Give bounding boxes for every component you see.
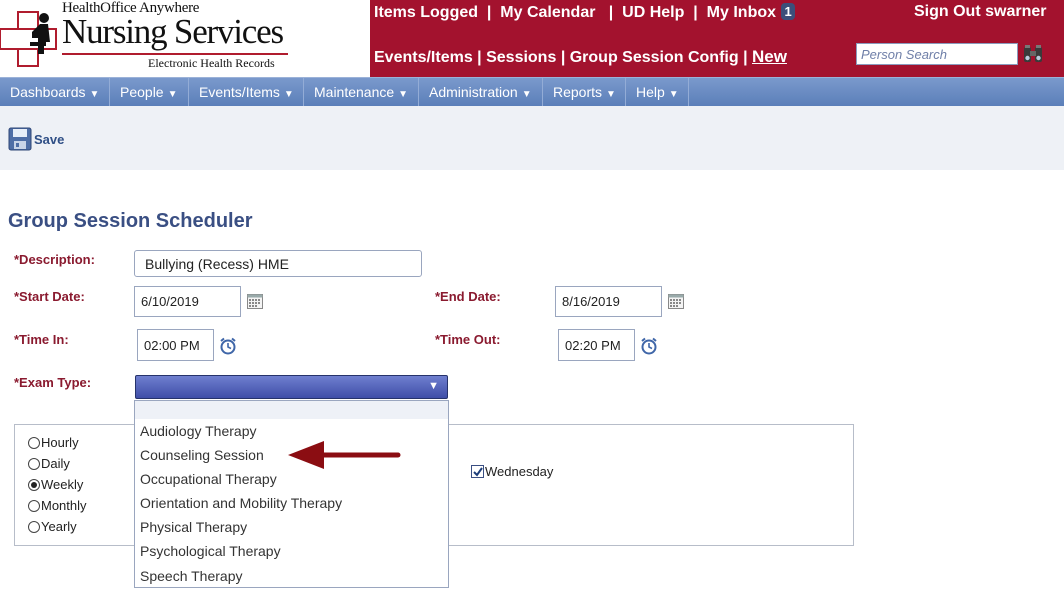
start-date-field[interactable]: 6/10/2019 bbox=[134, 286, 241, 317]
link-group-session-config[interactable]: Group Session Config bbox=[570, 49, 739, 66]
time-out-field[interactable]: 02:20 PM bbox=[558, 329, 635, 361]
checkmark-icon bbox=[472, 466, 483, 477]
radio-yearly[interactable]: Yearly bbox=[28, 519, 77, 534]
link-sessions[interactable]: Sessions bbox=[486, 49, 556, 66]
radio-circle[interactable] bbox=[28, 520, 40, 533]
option-counseling-session[interactable]: Counseling Session bbox=[140, 447, 264, 463]
option-audiology-therapy[interactable]: Audiology Therapy bbox=[140, 423, 256, 439]
radio-daily[interactable]: Daily bbox=[28, 456, 70, 471]
toolbar: Save bbox=[0, 106, 1064, 170]
radio-monthly[interactable]: Monthly bbox=[28, 498, 87, 513]
annotation-arrow-icon bbox=[288, 441, 401, 469]
link-events-items[interactable]: Events/Items bbox=[374, 49, 473, 66]
end-date-label: *End Date: bbox=[435, 289, 501, 304]
radio-circle-selected[interactable] bbox=[28, 478, 40, 491]
link-my-calendar[interactable]: My Calendar bbox=[500, 4, 595, 21]
nav-events-items[interactable]: Events/Items ▼ bbox=[189, 78, 304, 107]
checkbox-box[interactable] bbox=[471, 465, 484, 478]
alarm-clock-icon[interactable] bbox=[640, 337, 658, 355]
nav-people[interactable]: People ▼ bbox=[110, 78, 189, 107]
option-speech-therapy[interactable]: Speech Therapy bbox=[140, 568, 242, 584]
description-label: *Description: bbox=[14, 252, 95, 267]
page-title: Group Session Scheduler bbox=[8, 210, 253, 232]
description-field[interactable]: Bullying (Recess) HME bbox=[134, 250, 422, 277]
option-orientation-mobility-therapy[interactable]: Orientation and Mobility Therapy bbox=[140, 495, 342, 511]
sign-out-link[interactable]: Sign Out swarner bbox=[914, 3, 1046, 21]
exam-type-label: *Exam Type: bbox=[14, 375, 92, 390]
chevron-down-icon: ▼ bbox=[606, 89, 616, 100]
radio-circle[interactable] bbox=[28, 499, 40, 512]
main-nav: Dashboards ▼ People ▼ Events/Items ▼ Mainte… bbox=[0, 77, 1064, 107]
link-my-inbox[interactable]: My Inbox bbox=[707, 4, 776, 21]
calendar-icon[interactable] bbox=[247, 294, 263, 309]
second-links: Events/Items | Sessions | Group Session … bbox=[374, 47, 787, 66]
link-new[interactable]: New bbox=[752, 47, 787, 66]
link-items-logged[interactable]: Items Logged bbox=[374, 4, 478, 21]
top-links: Items Logged | My Calendar | UD Help | M… bbox=[374, 3, 795, 22]
nav-help[interactable]: Help ▼ bbox=[626, 78, 689, 107]
nav-maintenance[interactable]: Maintenance ▼ bbox=[304, 78, 419, 107]
start-date-label: *Start Date: bbox=[14, 289, 85, 304]
chevron-down-icon: ▼ bbox=[89, 89, 100, 100]
binoculars-icon[interactable] bbox=[1022, 44, 1044, 64]
logo: HealthOffice Anywhere Nursing Services E… bbox=[0, 0, 370, 77]
option-physical-therapy[interactable]: Physical Therapy bbox=[140, 519, 247, 535]
exam-type-dropdown-list: Audiology Therapy Counseling Session Occ… bbox=[134, 400, 449, 588]
nav-reports[interactable]: Reports ▼ bbox=[543, 78, 626, 107]
link-ud-help[interactable]: UD Help bbox=[622, 4, 684, 21]
person-search bbox=[856, 43, 1042, 65]
radio-hourly[interactable]: Hourly bbox=[28, 435, 79, 450]
chevron-down-icon: ▼ bbox=[398, 89, 409, 100]
logo-sub-text: Electronic Health Records bbox=[148, 56, 275, 70]
chevron-down-icon: ▼ bbox=[668, 89, 679, 100]
option-psychological-therapy[interactable]: Psychological Therapy bbox=[140, 543, 281, 559]
person-search-input[interactable] bbox=[856, 43, 1018, 65]
checkbox-wednesday[interactable]: Wednesday bbox=[471, 464, 553, 479]
radio-circle[interactable] bbox=[28, 436, 40, 449]
inbox-count-badge: 1 bbox=[781, 3, 795, 20]
alarm-clock-icon[interactable] bbox=[219, 337, 237, 355]
save-button[interactable]: Save bbox=[8, 126, 64, 152]
radio-weekly[interactable]: Weekly bbox=[28, 477, 83, 492]
floppy-disk-icon bbox=[8, 127, 32, 151]
chevron-down-icon: ▼ bbox=[283, 89, 294, 100]
end-date-field[interactable]: 8/16/2019 bbox=[555, 286, 662, 317]
option-occupational-therapy[interactable]: Occupational Therapy bbox=[140, 471, 277, 487]
exam-type-select[interactable]: ▼ bbox=[135, 375, 448, 399]
save-label: Save bbox=[34, 131, 65, 147]
nav-administration[interactable]: Administration ▼ bbox=[419, 78, 543, 107]
time-in-field[interactable]: 02:00 PM bbox=[137, 329, 214, 361]
logo-underline bbox=[62, 53, 288, 55]
chevron-down-icon: ▼ bbox=[167, 89, 178, 100]
header-bar: Items Logged | My Calendar | UD Help | M… bbox=[370, 0, 1064, 77]
chevron-down-icon: ▼ bbox=[521, 89, 532, 100]
calendar-icon[interactable] bbox=[668, 294, 684, 309]
nav-dashboards[interactable]: Dashboards ▼ bbox=[0, 78, 110, 107]
logo-main-text: Nursing Services bbox=[62, 12, 284, 51]
dropdown-empty-option[interactable] bbox=[135, 401, 448, 419]
time-in-label: *Time In: bbox=[14, 332, 69, 347]
caret-down-icon: ▼ bbox=[428, 380, 439, 392]
radio-circle[interactable] bbox=[28, 457, 40, 470]
red-cross-icon bbox=[0, 11, 57, 67]
time-out-label: *Time Out: bbox=[435, 332, 501, 347]
